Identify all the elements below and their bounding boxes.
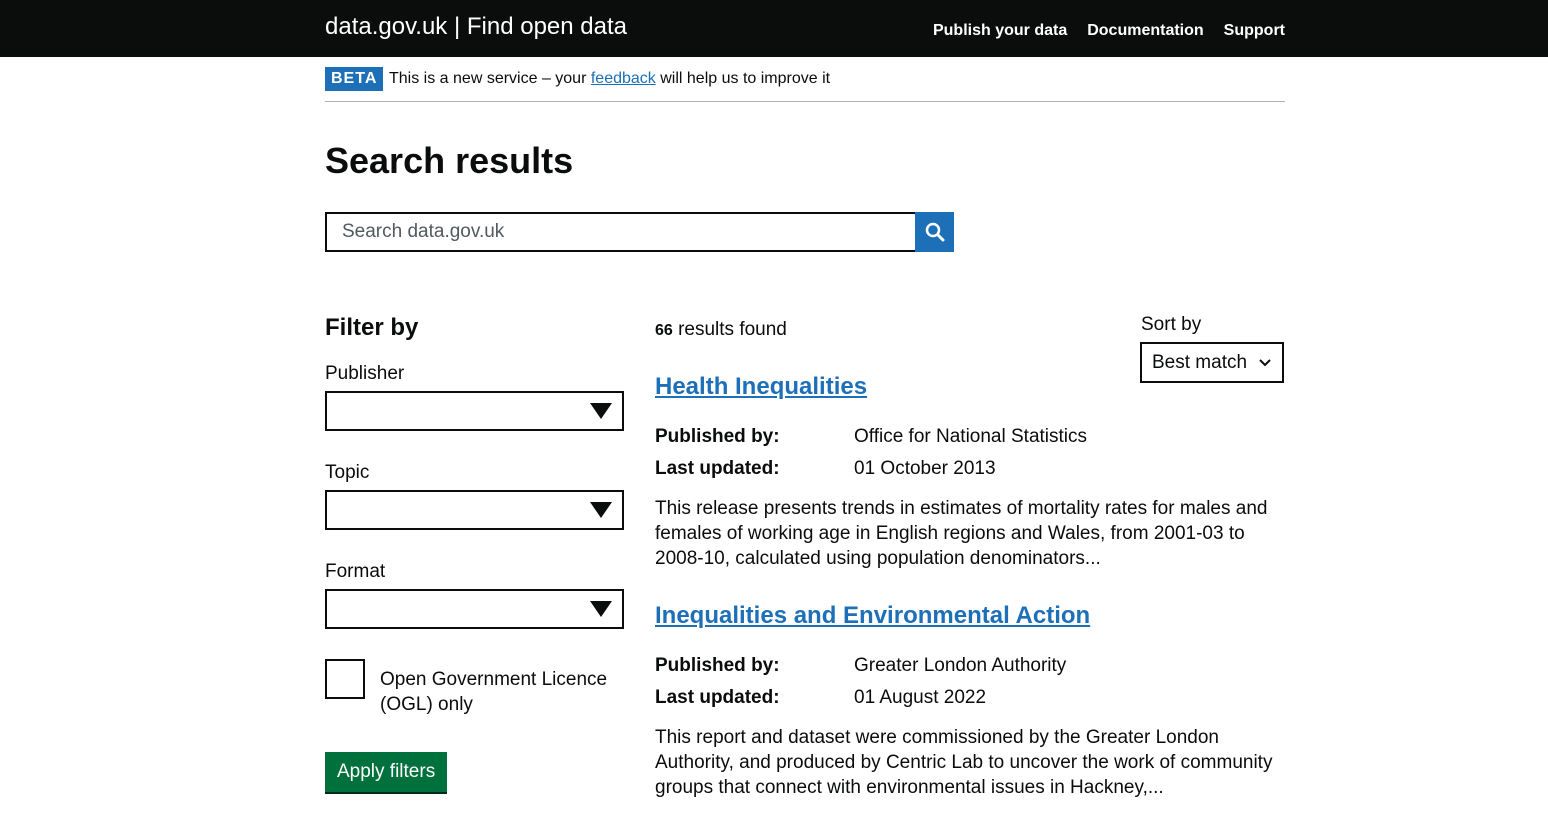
results-count: 66 results found <box>655 318 787 343</box>
search-button[interactable] <box>915 212 954 252</box>
published-by-label: Published by: <box>655 655 780 676</box>
search-bar <box>325 212 954 252</box>
search-input[interactable] <box>325 212 915 252</box>
site-header: data.gov.uk | Find open data Publish you… <box>0 0 1548 57</box>
publisher-value: Greater London Authority <box>854 655 1067 676</box>
last-updated-value: 01 October 2013 <box>854 458 996 479</box>
result-description: This report and dataset were commissione… <box>655 727 1273 798</box>
nav-publish-your-data[interactable]: Publish your data <box>933 21 1067 41</box>
publisher-label: Publisher <box>325 363 405 384</box>
beta-tag: BETA <box>325 67 384 91</box>
last-updated-label: Last updated: <box>655 458 780 479</box>
feedback-link[interactable]: feedback <box>591 70 656 87</box>
publisher-value: Office for National Statistics <box>854 426 1088 447</box>
last-updated-label: Last updated: <box>655 687 780 708</box>
search-icon <box>925 222 945 242</box>
header-nav: Publish your data Documentation Support <box>933 21 1285 41</box>
publisher-select[interactable] <box>325 391 624 431</box>
filter-heading: Filter by <box>325 314 419 341</box>
chevron-down-icon <box>1258 358 1272 368</box>
ogl-checkbox[interactable] <box>325 659 365 699</box>
sort-label: Sort by <box>1141 314 1202 335</box>
apply-filters-button[interactable]: Apply filters <box>325 752 448 792</box>
topic-select[interactable] <box>325 490 624 530</box>
site-brand-link[interactable]: data.gov.uk | Find open data <box>325 13 627 41</box>
results-count-suffix: results found <box>672 319 787 340</box>
dropdown-arrow-icon <box>590 601 612 617</box>
beta-text: This is a new service – your feedback wi… <box>389 69 830 89</box>
beta-text-after: will help us to improve it <box>655 70 831 87</box>
format-select[interactable] <box>325 589 624 629</box>
result-title-link[interactable]: Health Inequalities <box>655 372 1285 402</box>
ogl-checkbox-label[interactable]: Open Government Licence (OGL) only <box>380 667 620 717</box>
last-updated-value: 01 August 2022 <box>854 687 987 708</box>
nav-documentation[interactable]: Documentation <box>1087 21 1203 41</box>
results-count-number: 66 <box>655 322 673 339</box>
beta-text-before: This is a new service – your <box>389 70 591 87</box>
beta-banner: BETA This is a new service – your feedba… <box>325 67 1285 102</box>
nav-support[interactable]: Support <box>1224 21 1285 41</box>
format-label: Format <box>325 561 386 582</box>
search-result: Inequalities and Environmental Action Pu… <box>655 601 1285 801</box>
search-result: Health Inequalities Published by: Office… <box>655 372 1285 572</box>
topic-label: Topic <box>325 462 370 483</box>
dropdown-arrow-icon <box>590 403 612 419</box>
page-title: Search results <box>325 140 574 181</box>
sort-select-value: Best match <box>1152 351 1248 373</box>
result-title-link[interactable]: Inequalities and Environmental Action <box>655 601 1285 631</box>
result-description: This release presents trends in estimate… <box>655 498 1268 569</box>
dropdown-arrow-icon <box>590 502 612 518</box>
published-by-label: Published by: <box>655 426 780 447</box>
